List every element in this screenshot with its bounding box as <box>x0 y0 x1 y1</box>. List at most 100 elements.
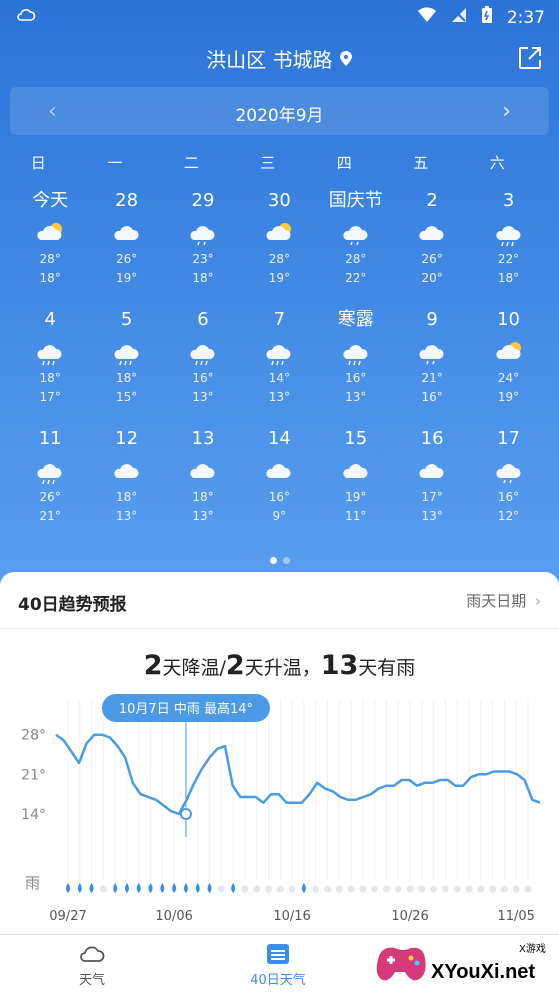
low-temp: 18° <box>39 271 61 285</box>
cloudy-icon <box>110 458 144 486</box>
high-temp: 16° <box>192 371 214 385</box>
calendar-tab-icon <box>263 941 293 967</box>
weekday-label: 三 <box>260 154 276 172</box>
low-temp: 21° <box>39 509 61 523</box>
calendar-day-cell[interactable]: 6 16° 13° <box>165 307 241 426</box>
calendar-day-cell[interactable]: 16 17° 13° <box>394 426 470 545</box>
day-label: 5 <box>120 309 133 330</box>
cloudy-rain-icon <box>186 339 220 367</box>
calendar-week-row: 今天 28° 18° 28 26° 19° 29 23° 18° 30 28° 19° 国庆节 28° 22… <box>12 188 547 307</box>
y-tick-label: 21° <box>21 767 46 783</box>
dry-day-marker <box>99 885 107 893</box>
dry-day-marker <box>371 885 379 893</box>
watermark-tag: X游戏 <box>519 942 546 955</box>
cloudy-icon <box>339 458 373 486</box>
dry-day-marker <box>406 885 414 893</box>
dry-day-marker <box>441 885 449 893</box>
weekday-label: 六 <box>489 154 505 172</box>
month-label: 2020年9月 <box>235 106 324 126</box>
rain-drop-marker <box>207 883 212 893</box>
weekday-label: 五 <box>413 154 429 172</box>
signal-icon <box>451 7 467 28</box>
high-temp: 16° <box>268 490 290 504</box>
cloudy-rain-icon <box>492 220 526 248</box>
calendar-day-cell[interactable]: 15 19° 11° <box>318 426 394 545</box>
location-title[interactable]: 洪山区 书城路 <box>0 44 559 73</box>
temperature-trend-chart[interactable]: 28° 21° 14° 雨 10月7日 中雨 最高14° 09/27 10/06 10/16 1… <box>0 692 559 932</box>
day-label: 7 <box>273 309 286 330</box>
calendar-day-cell[interactable]: 13 18° 13° <box>165 426 241 545</box>
calendar-grid: 今天 28° 18° 28 26° 19° 29 23° 18° 30 28° 19° 国庆节 28° 22… <box>12 188 547 545</box>
calendar-day-cell[interactable]: 9 21° 16° <box>394 307 470 426</box>
high-temp: 23° <box>192 252 214 266</box>
high-temp: 18° <box>192 490 214 504</box>
rain-drop-marker <box>77 883 82 893</box>
status-bar: 2:37 <box>0 0 559 32</box>
calendar-day-cell[interactable]: 10 24° 19° <box>470 307 546 426</box>
calendar-day-cell[interactable]: 17 16° 12° <box>470 426 546 545</box>
summary-text: 天升温， <box>244 657 321 679</box>
cloudy-rain-light-icon <box>339 220 373 248</box>
dry-day-marker <box>382 885 390 893</box>
next-month-button[interactable]: › <box>502 99 511 124</box>
dry-day-marker <box>312 885 320 893</box>
warming-days-count: 2 <box>225 650 245 681</box>
trend-card: 40日趋势预报 雨天日期 › 2天降温/2天升温，13天有雨 28° 21° 14°… <box>0 572 559 994</box>
low-temp: 18° <box>192 271 214 285</box>
rain-drop-marker <box>66 883 70 893</box>
dry-day-marker <box>253 885 261 893</box>
watermark: XYouXi.net X游戏 <box>373 938 553 990</box>
share-icon[interactable] <box>517 45 543 71</box>
calendar-day-cell[interactable]: 今天 28° 18° <box>12 188 88 307</box>
tab-weather[interactable]: 天气 <box>32 941 152 988</box>
day-label: 16 <box>420 428 444 449</box>
calendar-day-cell[interactable]: 12 18° 13° <box>88 426 164 545</box>
calendar-day-cell[interactable]: 30 28° 19° <box>241 188 317 307</box>
low-temp: 17° <box>39 390 61 404</box>
calendar-day-cell[interactable]: 国庆节 28° 22° <box>318 188 394 307</box>
cloudy-rain-light-icon <box>415 339 449 367</box>
high-temp: 28° <box>268 252 290 266</box>
chevron-right-icon: › <box>535 592 541 610</box>
x-tick-label: 10/06 <box>155 909 192 924</box>
rain-drop-marker <box>124 883 129 893</box>
dry-day-marker <box>430 885 438 893</box>
day-label: 3 <box>502 190 515 211</box>
y-tick-label: 14° <box>21 807 46 823</box>
cloudy-rain-icon <box>33 458 67 486</box>
rain-days-label: 雨天日期 <box>466 592 527 610</box>
calendar-day-cell[interactable]: 4 18° 17° <box>12 307 88 426</box>
dry-day-marker <box>323 885 331 893</box>
calendar-day-cell[interactable]: 14 16° 9° <box>241 426 317 545</box>
calendar-day-cell[interactable]: 11 26° 21° <box>12 426 88 545</box>
cloudy-sun-icon <box>262 220 296 248</box>
day-label: 寒露 <box>337 309 374 330</box>
cloudy-rain-icon <box>33 339 67 367</box>
weekday-label: 四 <box>336 154 352 172</box>
day-label: 13 <box>191 428 215 449</box>
page-dot <box>282 557 290 564</box>
watermark-brand: XYouXi.net <box>431 961 535 983</box>
high-temp: 22° <box>497 252 520 266</box>
calendar-day-cell[interactable]: 3 22° 18° <box>470 188 546 307</box>
calendar-day-cell[interactable]: 28 26° 19° <box>88 188 164 307</box>
calendar-day-cell[interactable]: 5 18° 15° <box>88 307 164 426</box>
cloudy-icon <box>415 458 449 486</box>
calendar-day-cell[interactable]: 2 26° 20° <box>394 188 470 307</box>
low-temp: 22° <box>345 271 367 285</box>
cloudy-icon <box>262 458 296 486</box>
cloudy-rain-icon <box>110 339 144 367</box>
cloudy-icon <box>110 220 144 248</box>
day-label: 30 <box>267 190 291 211</box>
divider <box>0 628 559 629</box>
rain-drop-marker <box>89 883 94 893</box>
cloudy-icon <box>186 458 220 486</box>
calendar-day-cell[interactable]: 29 23° 18° <box>165 188 241 307</box>
cloudy-sun-icon <box>33 220 67 248</box>
rain-drop-marker <box>148 883 153 893</box>
rain-days-link[interactable]: 雨天日期 › <box>466 590 541 611</box>
calendar-day-cell[interactable]: 寒露 16° 13° <box>318 307 394 426</box>
tab-40day[interactable]: 40日天气 <box>218 941 338 988</box>
rain-days-count: 13 <box>320 650 359 681</box>
calendar-day-cell[interactable]: 7 14° 13° <box>241 307 317 426</box>
